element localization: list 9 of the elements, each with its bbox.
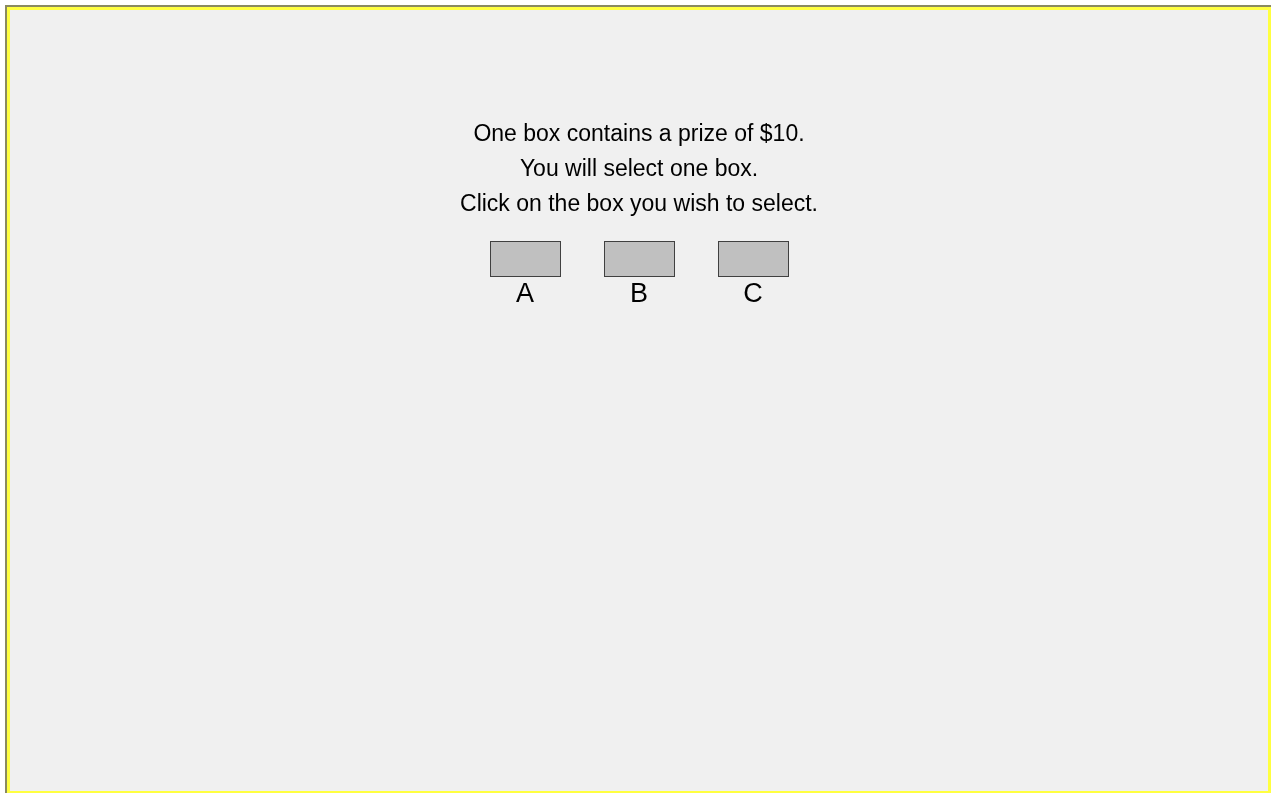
choice-box[interactable] bbox=[489, 241, 561, 277]
instruction-text: One box contains a prize of $10. bbox=[473, 119, 805, 148]
box-label: B bbox=[630, 277, 648, 309]
instruction-text: You will select one box. bbox=[519, 154, 759, 183]
instruction-text: Click on the box you wish to select. bbox=[460, 189, 818, 218]
box-label: A bbox=[516, 277, 534, 309]
choice-box[interactable] bbox=[603, 241, 675, 277]
choice-box[interactable] bbox=[717, 241, 789, 277]
box-label: C bbox=[743, 277, 763, 309]
